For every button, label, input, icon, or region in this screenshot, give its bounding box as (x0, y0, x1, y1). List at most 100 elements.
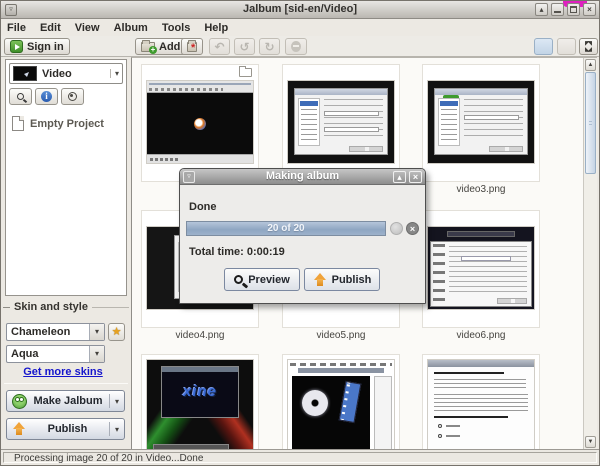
divider (109, 422, 110, 436)
rotate-ccw-icon: ↺ (239, 40, 249, 54)
make-album-button[interactable]: Make Jalbum ▾ (6, 390, 125, 412)
titlebar[interactable]: ▿ Jalbum [sid-en/Video] ▴ × (1, 1, 599, 19)
jalbum-frog-icon (12, 394, 27, 409)
divider (4, 383, 128, 384)
edit-image-button (557, 38, 576, 55)
rotate-cw-icon: ↻ (264, 40, 274, 54)
style-select[interactable]: Aqua ▾ (6, 345, 105, 363)
chevron-down-icon: ▾ (89, 324, 104, 340)
favorite-skin-button[interactable]: ★ (108, 323, 125, 341)
thumbnail-image (427, 359, 535, 449)
menu-view[interactable]: View (75, 22, 100, 34)
add-folder-icon: + (141, 42, 155, 52)
dialog-title: Making album (180, 170, 425, 182)
thumbnail-video9[interactable] (422, 354, 540, 449)
dialog-titlebar[interactable]: ▿ Making album ▴ × (180, 169, 425, 185)
red-star-icon: * (191, 42, 195, 54)
xine-logo: xine (162, 383, 238, 400)
get-more-skins-link[interactable]: Get more skins (1, 366, 125, 378)
minimize-icon (554, 11, 561, 13)
minimize-button[interactable] (551, 3, 564, 16)
new-folder-button[interactable]: * (181, 38, 203, 55)
close-button[interactable]: × (583, 3, 596, 16)
jalbum-window: ▿ Jalbum [sid-en/Video] ▴ × File Edit Vi… (0, 0, 600, 466)
progress-bar: 20 of 20 (186, 221, 386, 236)
scroll-up-button[interactable]: ▲ (585, 59, 596, 71)
thumbnail-image (146, 80, 254, 164)
menu-file[interactable]: File (7, 22, 26, 34)
tree-item-empty-project[interactable]: Empty Project (12, 116, 104, 131)
info-icon: i (41, 91, 52, 102)
menubar: File Edit View Album Tools Help (1, 19, 599, 36)
fullscreen-button[interactable]: ◤◥ ◣◢ (579, 38, 598, 55)
toolbar: Sign in + Add * ↶ ↺ ↻ ◤◥ ◣◢ (1, 36, 599, 57)
thumbnail-image (287, 359, 395, 449)
status-text: Processing image 20 of 20 in Video...Don… (3, 452, 597, 463)
skin-select[interactable]: Chameleon ▾ (6, 323, 105, 341)
thumbnail-image: xine (146, 359, 254, 449)
thumbnail-filename: video6.png (422, 330, 540, 341)
thumbnail-video7[interactable]: xine (141, 354, 259, 449)
thumbnail-image (427, 80, 535, 164)
folder-star-icon: * (187, 42, 197, 52)
divider (109, 394, 110, 408)
fullscreen-icon: ◤◥ ◣◢ (585, 41, 592, 53)
publish-upload-icon (12, 422, 26, 436)
chevron-down-icon: ▾ (89, 346, 104, 362)
thumbnail-filename: video5.png (282, 330, 400, 341)
chevron-down-icon: ▾ (115, 425, 119, 434)
sign-in-icon (10, 40, 23, 53)
maximize-icon (570, 6, 577, 13)
plus-badge-icon: + (149, 46, 157, 54)
add-button[interactable]: + Add (135, 38, 186, 55)
shade-button[interactable]: ▴ (535, 3, 548, 16)
thumbnail-filename: video4.png (141, 330, 259, 341)
tags-button[interactable] (61, 88, 84, 105)
dialog-publish-button[interactable]: Publish (304, 268, 380, 291)
exclude-button (285, 38, 307, 55)
menu-edit[interactable]: Edit (40, 22, 61, 34)
rotate-cw-button: ↻ (259, 38, 280, 55)
edit-mode-button[interactable] (534, 38, 553, 55)
sign-in-button[interactable]: Sign in (4, 38, 70, 55)
search-icon (17, 93, 24, 100)
search-button[interactable] (9, 88, 32, 105)
thumbnail-video3[interactable] (422, 64, 540, 182)
dialog-close-button[interactable]: × (409, 171, 422, 183)
publish-upload-icon (313, 273, 327, 287)
page-icon (12, 116, 24, 131)
statusbar: Processing image 20 of 20 in Video...Don… (1, 449, 599, 465)
info-button[interactable]: i (35, 88, 58, 105)
divider (92, 307, 129, 308)
vertical-scrollbar[interactable]: ▲ ▼ (583, 58, 597, 449)
thumbnail-filename: video3.png (422, 184, 540, 195)
skin-section-header[interactable]: Skin and style (3, 301, 129, 313)
preview-button[interactable]: Preview (224, 268, 300, 291)
thumbnail-video1[interactable] (141, 64, 259, 182)
scrollbar-thumb[interactable] (585, 72, 596, 174)
thumbnail-image (287, 80, 395, 164)
album-selector[interactable]: Video ▾ (9, 63, 123, 84)
thumbnail-video8[interactable] (282, 354, 400, 449)
thumbnail-video6[interactable] (422, 210, 540, 328)
scroll-down-button[interactable]: ▼ (585, 436, 596, 448)
collapse-dash-icon (3, 307, 10, 308)
menu-album[interactable]: Album (114, 22, 148, 34)
exclude-icon (291, 41, 301, 52)
preview-magnifier-icon (234, 275, 243, 284)
menu-tools[interactable]: Tools (162, 22, 191, 34)
making-album-dialog: ▿ Making album ▴ × Done 20 of 20 × Total… (179, 168, 426, 304)
menu-help[interactable]: Help (204, 22, 228, 34)
sidebar: Video ▾ i Empty Project Skin and style C… (1, 57, 131, 449)
undo-icon: ↶ (214, 40, 224, 54)
window-title: Jalbum [sid-en/Video] (1, 3, 599, 15)
maximize-button[interactable] (567, 3, 580, 16)
project-panel: Video ▾ i Empty Project (5, 59, 127, 296)
stop-button[interactable]: × (406, 222, 419, 235)
publish-button[interactable]: Publish ▾ (6, 418, 125, 440)
chevron-down-icon: ▾ (115, 397, 119, 406)
dialog-shade-button[interactable]: ▴ (393, 171, 406, 183)
thumbnail-video2[interactable] (282, 64, 400, 182)
dialog-status-text: Done (189, 201, 217, 213)
undo-button: ↶ (209, 38, 230, 55)
